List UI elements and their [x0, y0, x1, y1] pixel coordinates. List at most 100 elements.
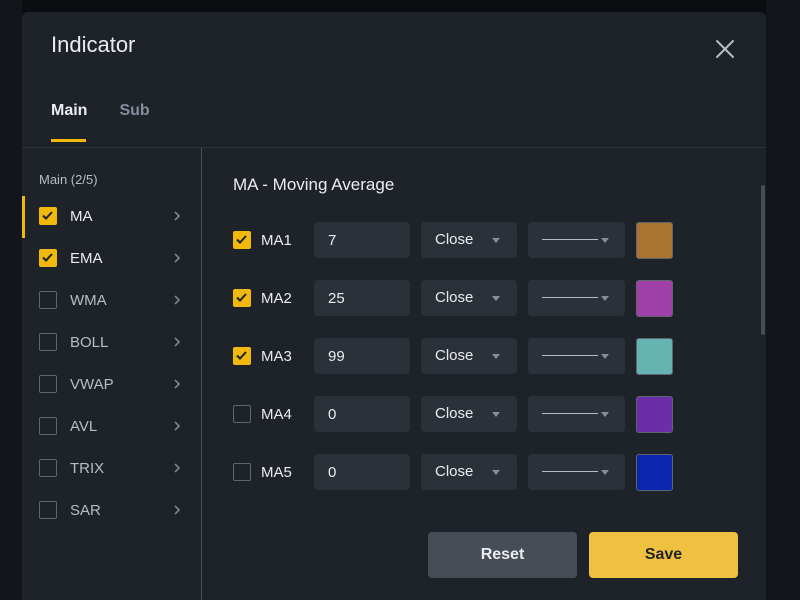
- check-icon: [236, 293, 247, 302]
- chevron-right-icon: [174, 463, 181, 473]
- ma4-color-swatch[interactable]: [636, 396, 673, 433]
- ma-row: MA2 Close: [233, 280, 713, 317]
- sidebar-item-wma[interactable]: WMA: [22, 280, 202, 322]
- ma-row: MA1 Close: [233, 222, 713, 259]
- select-value: Close: [435, 231, 474, 248]
- caret-down-icon: [601, 412, 609, 417]
- checkbox[interactable]: [39, 207, 57, 225]
- ma-label: MA2: [261, 290, 292, 307]
- caret-down-icon: [492, 354, 500, 359]
- select-value: Close: [435, 289, 474, 306]
- sidebar-heading: Main (2/5): [39, 172, 98, 187]
- sidebar-item-label: BOLL: [70, 334, 109, 351]
- sidebar-item-label: VWAP: [70, 376, 114, 393]
- sidebar-item-label: MA: [70, 208, 93, 225]
- check-icon: [42, 211, 53, 220]
- ma-row: MA4 Close: [233, 396, 713, 433]
- sidebar-item-ma[interactable]: MA: [22, 196, 202, 238]
- chevron-right-icon: [174, 505, 181, 515]
- caret-down-icon: [601, 470, 609, 475]
- ma1-color-swatch[interactable]: [636, 222, 673, 259]
- sidebar-item-label: EMA: [70, 250, 103, 267]
- chevron-right-icon: [174, 421, 181, 431]
- check-icon: [236, 235, 247, 244]
- checkbox[interactable]: [39, 333, 57, 351]
- sidebar-item-boll[interactable]: BOLL: [22, 322, 202, 364]
- ma2-color-swatch[interactable]: [636, 280, 673, 317]
- ma2-line-style-select[interactable]: [528, 280, 625, 316]
- checkbox[interactable]: [39, 417, 57, 435]
- close-button[interactable]: [714, 38, 736, 60]
- checkbox[interactable]: [39, 375, 57, 393]
- chevron-right-icon: [174, 295, 181, 305]
- check-icon: [236, 351, 247, 360]
- sidebar-item-label: AVL: [70, 418, 98, 435]
- sidebar-item-trix[interactable]: TRIX: [22, 448, 202, 490]
- chevron-right-icon: [174, 337, 181, 347]
- background-chart-left: [0, 0, 22, 600]
- ma3-line-style-select[interactable]: [528, 338, 625, 374]
- ma1-checkbox[interactable]: [233, 231, 251, 249]
- sidebar-item-ema[interactable]: EMA: [22, 238, 202, 280]
- caret-down-icon: [601, 238, 609, 243]
- ma-row: MA3 Close: [233, 338, 713, 375]
- caret-down-icon: [492, 470, 500, 475]
- ma3-period-input[interactable]: [314, 338, 410, 374]
- tab-sub[interactable]: Sub: [119, 102, 149, 142]
- checkbox[interactable]: [39, 291, 57, 309]
- ma5-period-input[interactable]: [314, 454, 410, 490]
- ma4-checkbox[interactable]: [233, 405, 251, 423]
- caret-down-icon: [601, 296, 609, 301]
- indicator-sidebar: Main (2/5) MA EMA WMA BOLL VWAP AVL TRIX…: [22, 148, 202, 600]
- line-style-icon: [542, 355, 598, 356]
- caret-down-icon: [492, 412, 500, 417]
- ma1-period-input[interactable]: [314, 222, 410, 258]
- background-chart-right: [766, 0, 800, 600]
- sidebar-item-label: WMA: [70, 292, 107, 309]
- sidebar-item-sar[interactable]: SAR: [22, 490, 202, 532]
- caret-down-icon: [492, 296, 500, 301]
- chevron-right-icon: [174, 211, 181, 221]
- caret-down-icon: [492, 238, 500, 243]
- ma4-line-style-select[interactable]: [528, 396, 625, 432]
- checkbox[interactable]: [39, 249, 57, 267]
- ma1-line-style-select[interactable]: [528, 222, 625, 258]
- sidebar-item-vwap[interactable]: VWAP: [22, 364, 202, 406]
- ma-label: MA4: [261, 406, 292, 423]
- ma5-checkbox[interactable]: [233, 463, 251, 481]
- ma5-line-style-select[interactable]: [528, 454, 625, 490]
- ma5-color-swatch[interactable]: [636, 454, 673, 491]
- ma3-checkbox[interactable]: [233, 347, 251, 365]
- ma-label: MA3: [261, 348, 292, 365]
- close-icon: [716, 40, 734, 58]
- ma5-source-select[interactable]: Close: [421, 454, 517, 490]
- tab-main[interactable]: Main: [51, 102, 87, 142]
- checkbox[interactable]: [39, 501, 57, 519]
- ma3-color-swatch[interactable]: [636, 338, 673, 375]
- select-value: Close: [435, 463, 474, 480]
- ma2-period-input[interactable]: [314, 280, 410, 316]
- chevron-right-icon: [174, 379, 181, 389]
- checkbox[interactable]: [39, 459, 57, 477]
- ma4-period-input[interactable]: [314, 396, 410, 432]
- line-style-icon: [542, 239, 598, 240]
- panel-scrollbar[interactable]: [761, 185, 765, 335]
- ma2-checkbox[interactable]: [233, 289, 251, 307]
- line-style-icon: [542, 297, 598, 298]
- ma-row: MA5 Close: [233, 454, 713, 491]
- line-style-icon: [542, 471, 598, 472]
- check-icon: [42, 253, 53, 262]
- panel-title: MA - Moving Average: [233, 175, 395, 194]
- ma3-source-select[interactable]: Close: [421, 338, 517, 374]
- ma2-source-select[interactable]: Close: [421, 280, 517, 316]
- ma1-source-select[interactable]: Close: [421, 222, 517, 258]
- sidebar-item-avl[interactable]: AVL: [22, 406, 202, 448]
- ma4-source-select[interactable]: Close: [421, 396, 517, 432]
- reset-button[interactable]: Reset: [428, 532, 577, 578]
- ma-label: MA5: [261, 464, 292, 481]
- modal-title: Indicator: [51, 32, 136, 57]
- chevron-right-icon: [174, 253, 181, 263]
- indicator-modal: Indicator Main Sub Main (2/5) MA EMA WMA…: [22, 12, 766, 600]
- caret-down-icon: [601, 354, 609, 359]
- save-button[interactable]: Save: [589, 532, 738, 578]
